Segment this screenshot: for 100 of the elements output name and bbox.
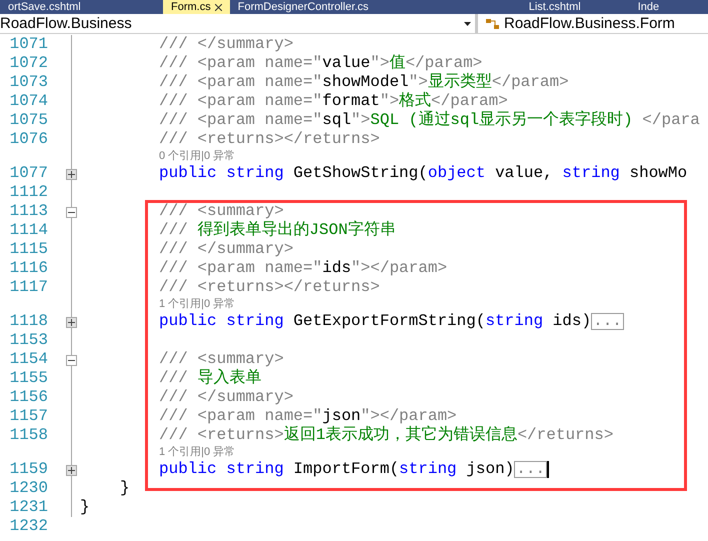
code-token: GetExportFormString( <box>292 312 486 331</box>
code-token: 格式 <box>399 92 432 110</box>
code-token: } <box>120 479 130 498</box>
code-token: /// </summary> <box>159 35 294 54</box>
code-token: ids <box>322 259 352 278</box>
code-token: sql <box>322 111 352 130</box>
project-dropdown[interactable]: RoadFlow.Business <box>0 14 478 33</box>
code-token: string <box>399 460 457 479</box>
line-number: 1154 <box>8 350 48 369</box>
expand-icon[interactable] <box>66 465 77 476</box>
code-token: /// <returns> <box>159 426 284 445</box>
code-token: /// <box>159 221 189 240</box>
line-number: 1230 <box>8 479 48 498</box>
collapsed-code-marker[interactable]: ... <box>591 313 624 330</box>
code-token: /// <summary> <box>159 202 284 220</box>
line-number: 1117 <box>8 278 48 297</box>
reference-count-label[interactable]: 1 个引用|0 异常 <box>80 445 236 460</box>
reference-count-label[interactable]: 1 个引用|0 异常 <box>80 297 236 312</box>
line-number: 1077 <box>8 164 48 183</box>
collapse-icon[interactable] <box>66 207 77 218</box>
code-token: public string <box>159 460 284 479</box>
file-tab[interactable]: Form.cs <box>163 0 230 14</box>
line-number: 1156 <box>8 388 48 407</box>
code-token: public string <box>159 164 284 183</box>
class-icon <box>486 18 500 30</box>
code-token: value <box>322 54 370 73</box>
file-tab[interactable]: FormDesignerController.cs <box>230 0 480 14</box>
code-token: /// <summary> <box>159 350 284 368</box>
code-token: 值 <box>389 54 406 73</box>
code-token: "> <box>351 111 370 130</box>
code-token: format <box>322 92 380 111</box>
code-token: /// <param name=" <box>159 54 322 73</box>
collapsed-code-marker[interactable]: ... <box>514 461 548 478</box>
caret-icon <box>464 22 471 26</box>
code-token: /// <param name=" <box>159 259 322 278</box>
line-number: 1232 <box>8 517 48 536</box>
code-token: ids) <box>552 312 592 331</box>
code-token: string <box>562 164 620 183</box>
code-token: </returns> <box>517 426 614 445</box>
expand-icon[interactable] <box>66 317 77 328</box>
line-number: 1231 <box>8 498 48 517</box>
code-token: /// <param name=" <box>159 73 322 92</box>
code-token: value, <box>494 164 554 183</box>
code-token: string <box>485 312 544 331</box>
code-token: 得到表单导出的JSON字符串 <box>197 221 396 240</box>
collapse-icon[interactable] <box>66 355 77 366</box>
reference-count-label[interactable]: 0 个引用|0 异常 <box>80 149 236 164</box>
code-token: "></param> <box>360 407 457 426</box>
code-token: 返回1表示成功，其它为错误信息 <box>284 426 518 445</box>
line-number: 1158 <box>8 426 48 445</box>
expand-icon[interactable] <box>66 169 77 180</box>
line-number: 1112 <box>8 183 48 202</box>
code-token: 显示类型 <box>428 73 492 92</box>
code-token: /// <param name=" <box>159 92 322 111</box>
code-token: </param> <box>405 54 482 72</box>
line-number: 1116 <box>8 259 48 278</box>
file-tab[interactable]: List.cshtml <box>480 0 630 14</box>
code-token: json) <box>465 460 514 479</box>
code-token: /// </summary> <box>159 388 294 407</box>
code-token: /// <param name=" <box>159 111 322 130</box>
file-tab[interactable]: Inde <box>630 0 668 14</box>
code-token: "></param> <box>351 259 448 278</box>
code-token: </param> <box>492 73 569 92</box>
code-token: /// </summary> <box>159 240 294 259</box>
code-token: /// <box>159 369 189 388</box>
code-token: "> <box>408 73 428 92</box>
code-token: SQL (通过sql显示另一个表字段时) <box>370 111 634 130</box>
line-number: 1071 <box>8 35 48 54</box>
code-token: 导入表单 <box>197 369 262 388</box>
code-token: </para <box>642 111 700 130</box>
line-number: 1075 <box>8 111 48 130</box>
code-token: /// <returns></returns> <box>159 278 380 297</box>
code-token: showMo <box>628 164 688 183</box>
code-token: json <box>322 407 361 426</box>
line-number: 1153 <box>8 331 48 350</box>
line-number: 1073 <box>8 73 48 92</box>
line-number: 1118 <box>8 312 48 331</box>
line-number: 1159 <box>8 460 48 479</box>
code-token: ImportForm( <box>292 460 400 479</box>
code-token: } <box>80 498 90 517</box>
type-dropdown[interactable]: RoadFlow.Business.Form <box>478 14 708 33</box>
code-token: /// <param name=" <box>159 407 322 426</box>
code-token: showModel <box>322 73 409 92</box>
code-token: "> <box>380 92 400 111</box>
code-token: GetShowString( <box>292 164 428 183</box>
code-token: public string <box>159 312 284 331</box>
line-number: 1155 <box>8 369 48 388</box>
line-number: 1074 <box>8 92 48 111</box>
code-token: </param> <box>431 92 508 110</box>
line-number: 1113 <box>8 202 48 221</box>
code-token: "> <box>370 54 390 73</box>
line-number: 1157 <box>8 407 48 426</box>
line-number: 1076 <box>8 130 48 149</box>
line-number: 1115 <box>8 240 48 259</box>
code-token: object <box>428 164 486 183</box>
line-number: 1114 <box>8 221 48 240</box>
code-token: /// <returns></returns> <box>159 130 380 149</box>
file-tab[interactable]: ortSave.cshtml <box>0 0 163 14</box>
line-number: 1072 <box>8 54 48 73</box>
close-icon[interactable] <box>214 4 222 10</box>
